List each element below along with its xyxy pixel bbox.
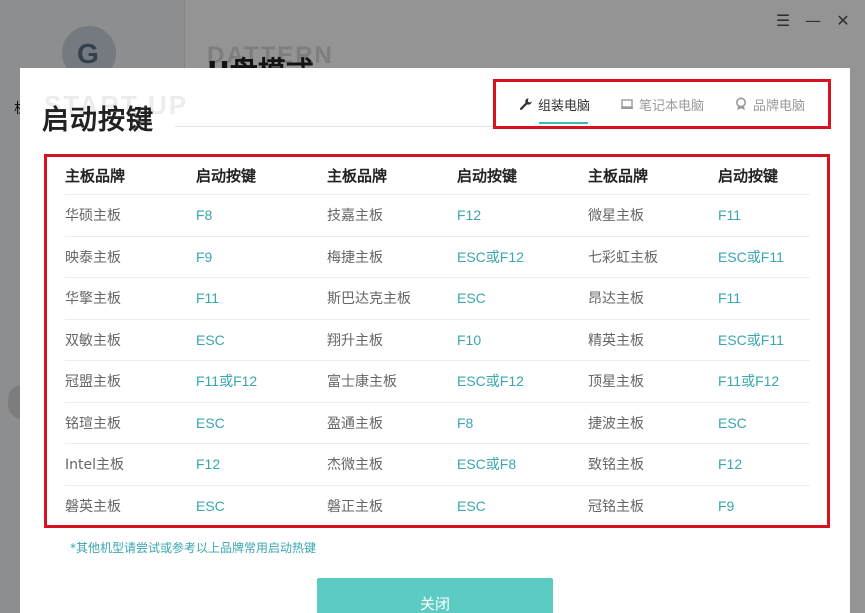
column-header: 主板品牌 [65, 167, 126, 185]
boot-key-cell: F11 [718, 290, 742, 307]
table-row: 华擎主板 F11 斯巴达克主板 ESC 昂达主板 F11 [65, 278, 810, 320]
column-header: 启动按键 [718, 167, 779, 185]
wrench-icon [519, 97, 533, 111]
tab-label: 笔记本电脑 [638, 98, 704, 114]
motherboard-brand-cell: 铭瑄主板 [65, 415, 121, 432]
boot-key-cell: ESC [457, 290, 486, 307]
tab-brand-pc[interactable]: 品牌电脑 [734, 92, 805, 116]
boot-key-cell: ESC或F11 [718, 248, 784, 265]
table-row: Intel主板 F12 杰微主板 ESC或F8 致铭主板 F12 [65, 444, 810, 486]
title-divider [175, 126, 510, 127]
column-header: 主板品牌 [588, 167, 649, 185]
laptop-icon [620, 97, 634, 111]
tab-assembled-pc[interactable]: 组装电脑 [519, 92, 590, 124]
column-header: 启动按键 [196, 167, 257, 185]
motherboard-brand-cell: 磐英主板 [65, 499, 121, 516]
motherboard-brand-cell: 翔升主板 [327, 332, 383, 349]
motherboard-brand-cell: 华擎主板 [65, 291, 121, 308]
column-header: 启动按键 [457, 167, 518, 185]
boot-key-cell: F8 [457, 414, 474, 431]
motherboard-brand-cell: 七彩虹主板 [588, 249, 658, 266]
boot-key-cell: F12 [718, 456, 743, 473]
boot-key-cell: F11 [718, 207, 742, 224]
motherboard-brand-cell: 映泰主板 [65, 249, 121, 266]
table-row: 磐英主板 ESC 磐正主板 ESC 冠铭主板 F9 [65, 486, 810, 528]
motherboard-brand-cell: 顶星主板 [588, 374, 644, 391]
boot-key-cell: F11或F12 [196, 373, 258, 390]
boot-key-dialog: START UP 启动按键 组装电脑 笔记本电脑 品牌电脑 主板品牌 启动按键 [20, 68, 850, 613]
column-header: 主板品牌 [327, 167, 388, 185]
motherboard-brand-cell: 精英主板 [588, 332, 644, 349]
boot-key-cell: ESC或F12 [457, 373, 524, 390]
boot-key-cell: ESC [196, 414, 225, 431]
motherboard-brand-cell: 冠铭主板 [588, 499, 644, 516]
motherboard-brand-cell: 致铭主板 [588, 457, 644, 474]
motherboard-brand-cell: 捷波主板 [588, 415, 644, 432]
motherboard-brand-cell: 盈通主板 [327, 415, 383, 432]
boot-key-cell: F10 [457, 331, 482, 348]
table-row: 映泰主板 F9 梅捷主板 ESC或F12 七彩虹主板 ESC或F11 [65, 237, 810, 278]
motherboard-brand-cell: 梅捷主板 [327, 249, 383, 266]
motherboard-brand-cell: 杰微主板 [327, 457, 383, 474]
motherboard-brand-cell: 技嘉主板 [327, 208, 383, 225]
boot-key-table: 主板品牌 启动按键 主板品牌 启动按键 主板品牌 启动按键 华硕主板 F8 技嘉主板… [44, 154, 830, 528]
boot-key-cell: F8 [196, 207, 213, 224]
motherboard-brand-cell: 华硕主板 [65, 208, 121, 225]
boot-key-cell: F11 [196, 290, 220, 307]
boot-key-cell: ESC或F12 [457, 248, 524, 265]
boot-key-cell: ESC [196, 331, 225, 348]
boot-key-cell: ESC [457, 498, 486, 515]
table-grid: 主板品牌 启动按键 主板品牌 启动按键 主板品牌 启动按键 华硕主板 F8 技嘉主板… [65, 157, 810, 527]
tab-bar: 组装电脑 笔记本电脑 品牌电脑 [493, 79, 831, 129]
table-row: 华硕主板 F8 技嘉主板 F12 微星主板 F11 [65, 195, 810, 237]
badge-icon [734, 97, 748, 111]
tab-label: 品牌电脑 [752, 98, 805, 114]
hint-note: *其他机型请尝试或参考以上品牌常用启动热键 [70, 541, 317, 555]
boot-key-cell: F9 [718, 498, 735, 515]
table-row: 冠盟主板 F11或F12 富士康主板 ESC或F12 顶星主板 F11或F12 [65, 361, 810, 403]
boot-key-cell: ESC [196, 498, 225, 515]
boot-key-cell: ESC [718, 414, 747, 431]
boot-key-cell: F11或F12 [718, 373, 780, 390]
boot-key-cell: F12 [196, 456, 221, 473]
motherboard-brand-cell: 磐正主板 [327, 499, 383, 516]
table-row: 铭瑄主板 ESC 盈通主板 F8 捷波主板 ESC [65, 403, 810, 444]
motherboard-brand-cell: 微星主板 [588, 208, 644, 225]
boot-key-cell: F12 [457, 207, 482, 224]
motherboard-brand-cell: 昂达主板 [588, 291, 644, 308]
table-row: 双敏主板 ESC 翔升主板 F10 精英主板 ESC或F11 [65, 320, 810, 361]
boot-key-cell: ESC或F11 [718, 331, 784, 348]
motherboard-brand-cell: 冠盟主板 [65, 374, 121, 391]
tab-laptop[interactable]: 笔记本电脑 [620, 92, 704, 116]
dialog-title: 启动按键 [42, 105, 154, 136]
boot-key-cell: ESC或F8 [457, 456, 517, 473]
motherboard-brand-cell: 双敏主板 [65, 332, 121, 349]
tab-label: 组装电脑 [537, 98, 590, 114]
boot-key-cell: F9 [196, 248, 213, 265]
motherboard-brand-cell: Intel主板 [65, 457, 124, 474]
motherboard-brand-cell: 富士康主板 [327, 374, 397, 391]
table-header-row: 主板品牌 启动按键 主板品牌 启动按键 主板品牌 启动按键 [65, 157, 810, 195]
close-button[interactable]: 关闭 [317, 578, 553, 613]
motherboard-brand-cell: 斯巴达克主板 [327, 291, 411, 308]
